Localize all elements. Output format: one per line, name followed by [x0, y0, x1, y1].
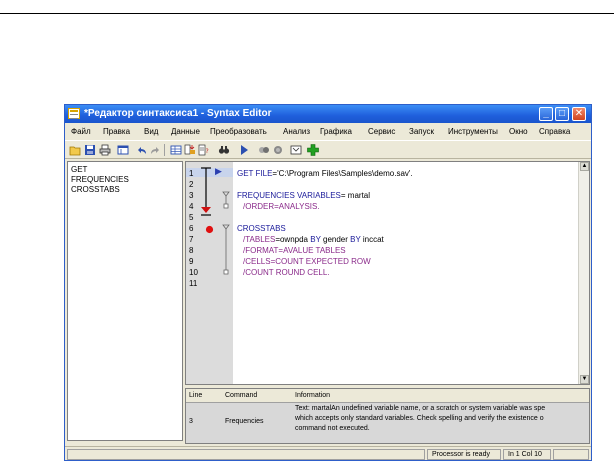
save-icon[interactable] [84, 144, 96, 156]
bookmark-icon[interactable] [290, 144, 302, 156]
line-number: 9 [189, 257, 194, 266]
column-header-line[interactable]: Line [189, 392, 202, 399]
nav-item-crosstabs[interactable]: CROSSTABS [71, 185, 120, 194]
line-number-gutter[interactable]: 1 2 3 4 5 6 7 8 9 10 11 ▶ [186, 162, 233, 384]
step-through-indicator-icon [201, 167, 211, 216]
menu-utilities[interactable]: Сервис [368, 127, 395, 136]
code-line-format[interactable]: /FORMAT=AVALUE TABLES [243, 246, 346, 255]
nav-item-get[interactable]: GET [71, 165, 87, 174]
breakpoint-marker-icon[interactable] [205, 225, 214, 234]
menu-graphs[interactable]: Графика [320, 127, 352, 136]
menu-transform[interactable]: Преобразовать [210, 127, 267, 136]
maximize-button[interactable]: □ [555, 107, 569, 121]
line-number: 6 [189, 224, 194, 233]
message-command: Frequencies [225, 418, 264, 425]
nav-item-frequencies[interactable]: FREQUENCIES [71, 175, 129, 184]
syntax-editor-window: *Редактор синтаксиса1 - Syntax Editor _ … [64, 104, 592, 461]
window-title: *Редактор синтаксиса1 - Syntax Editor [84, 108, 272, 119]
message-info-line: command not executed. [295, 425, 370, 432]
status-extra-area [553, 449, 589, 460]
line-number: 7 [189, 235, 194, 244]
step-icon[interactable] [258, 144, 270, 156]
menu-file[interactable]: Файл [71, 127, 91, 136]
code-line-cells[interactable]: /CELLS=COUNT EXPECTED ROW [243, 257, 371, 266]
scroll-up-arrow-icon[interactable]: ▲ [580, 162, 589, 171]
processor-status: Processor is ready [427, 449, 501, 460]
cursor-position: In 1 Col 10 [503, 449, 551, 460]
syntax-file-icon [68, 108, 80, 119]
variables-icon[interactable]: ? [198, 144, 210, 156]
title-bar[interactable]: *Редактор синтаксиса1 - Syntax Editor _ … [65, 105, 591, 123]
menu-help[interactable]: Справка [539, 127, 570, 136]
code-line-order[interactable]: /ORDER=ANALYSIS. [243, 202, 320, 211]
line-number: 3 [189, 191, 194, 200]
page-top-rule [0, 13, 614, 14]
line-number: 8 [189, 246, 194, 255]
run-icon[interactable] [238, 144, 250, 156]
messages-table-header: Line Command Information [186, 389, 589, 403]
toolbar: ? [65, 140, 591, 159]
status-bar: Processor is ready In 1 Col 10 [65, 446, 591, 460]
menu-analyze[interactable]: Анализ [283, 127, 310, 136]
menu-bar: Файл Правка Вид Данные Преобразовать Ана… [65, 125, 591, 139]
code-line-tables[interactable]: /TABLES=ownpda BY gender BY inccat [243, 235, 384, 244]
goto-data-icon[interactable] [170, 144, 182, 156]
line-number: 2 [189, 180, 194, 189]
syntax-navigation-pane: GET FREQUENCIES CROSSTABS [67, 161, 183, 441]
undo-icon[interactable] [136, 144, 148, 156]
line-number: 5 [189, 213, 194, 222]
redo-icon[interactable] [149, 144, 161, 156]
dialog-recall-icon[interactable] [117, 144, 129, 156]
menu-view[interactable]: Вид [144, 127, 158, 136]
add-icon[interactable] [307, 144, 319, 156]
line-number: 11 [189, 279, 198, 288]
code-line-count[interactable]: /COUNT ROUND CELL. [243, 268, 330, 277]
breakpoint-icon[interactable] [272, 144, 284, 156]
syntax-editor-pane[interactable]: 1 2 3 4 5 6 7 8 9 10 11 ▶ GET FILE='C:\P… [185, 161, 590, 385]
line-number: 10 [189, 268, 198, 277]
menu-data[interactable]: Данные [171, 127, 200, 136]
message-line-number: 3 [189, 418, 193, 425]
print-icon[interactable] [99, 144, 111, 156]
open-icon[interactable] [69, 144, 81, 156]
code-line-crosstabs[interactable]: CROSSTABS [237, 224, 286, 233]
column-header-command[interactable]: Command [225, 392, 257, 399]
menu-window[interactable]: Окно [509, 127, 528, 136]
menu-run[interactable]: Запуск [409, 127, 434, 136]
error-messages-pane: Line Command Information 3 Frequencies T… [185, 388, 590, 444]
minimize-button[interactable]: _ [539, 107, 553, 121]
find-icon[interactable] [218, 144, 230, 156]
menu-tools[interactable]: Инструменты [448, 127, 498, 136]
editor-vertical-scrollbar[interactable]: ▲ ▼ [578, 162, 589, 384]
menu-edit[interactable]: Правка [103, 127, 130, 136]
message-info-line: which accepts only standard variables. C… [295, 415, 544, 422]
toolbar-separator [164, 144, 165, 156]
step-pointer-icon: ▶ [215, 166, 222, 176]
svg-text:?: ? [206, 148, 209, 155]
close-button[interactable]: ✕ [572, 107, 586, 121]
column-header-information[interactable]: Information [295, 392, 330, 399]
scroll-down-arrow-icon[interactable]: ▼ [580, 375, 589, 384]
status-message-area [67, 449, 425, 460]
line-number: 1 [189, 169, 194, 178]
message-info-line: Text: martalAn undefined variable name, … [295, 405, 546, 412]
line-number: 4 [189, 202, 194, 211]
table-row[interactable]: 3 Frequencies Text: martalAn undefined v… [186, 403, 589, 443]
goto-case-icon[interactable] [184, 144, 196, 156]
code-fold-brackets-icon[interactable] [221, 190, 231, 280]
code-line-frequencies[interactable]: FREQUENCIES VARIABLES= martal [237, 191, 370, 200]
code-line-get[interactable]: GET FILE='C:\Program Files\Samples\demo.… [237, 169, 413, 178]
